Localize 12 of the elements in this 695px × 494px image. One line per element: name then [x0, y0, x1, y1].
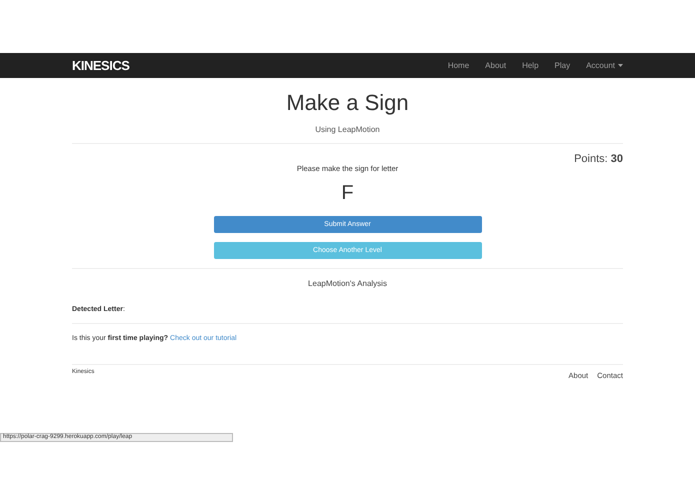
target-letter: F [341, 182, 354, 204]
nav-link[interactable]: Play [554, 61, 570, 70]
points-score: Points: 30 [574, 153, 623, 165]
nav-link[interactable]: Help [522, 61, 539, 70]
page-subtitle: Using LeapMotion [314, 125, 381, 134]
account-dropdown[interactable]: Account [586, 61, 623, 70]
nav-link[interactable]: About [485, 61, 506, 70]
brand-logo[interactable]: KINESICS [72, 58, 130, 73]
nav-link[interactable]: Home [448, 61, 470, 70]
analysis-heading: LeapMotion's Analysis [307, 279, 388, 288]
page-title: Make a Sign [285, 90, 410, 116]
caret-icon [618, 64, 623, 67]
